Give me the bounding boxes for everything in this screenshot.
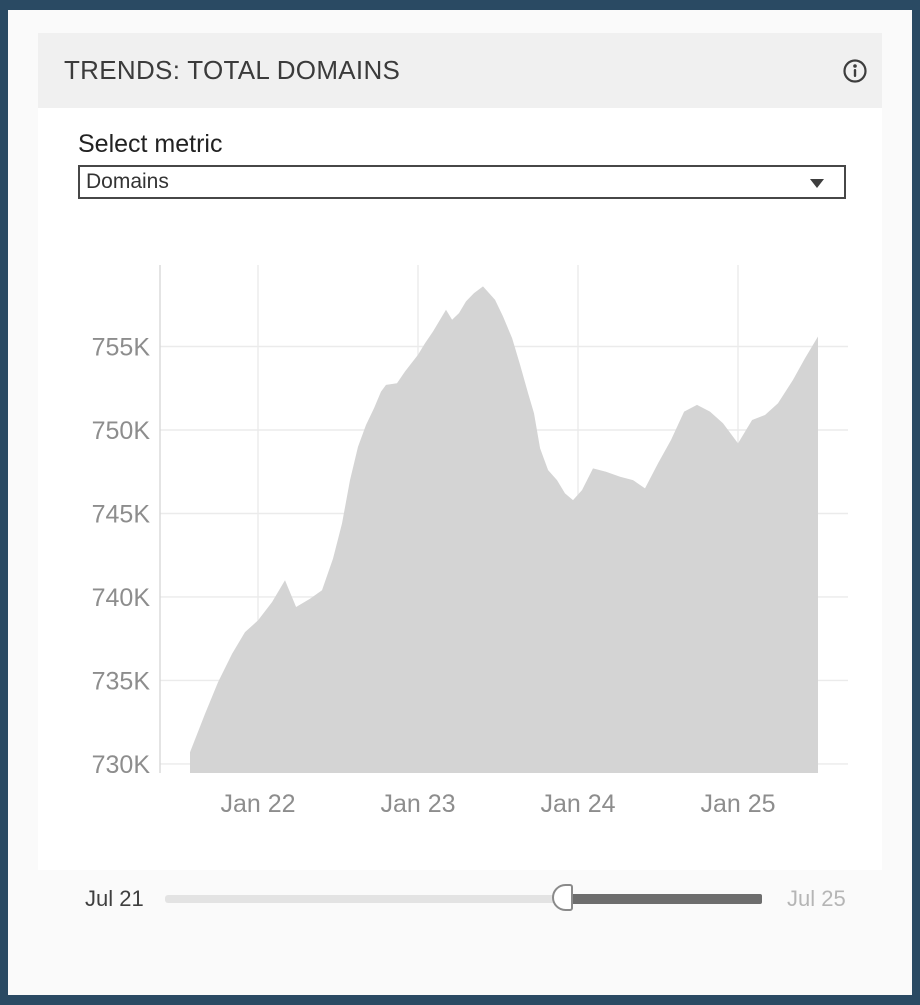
slider-selected-range[interactable] xyxy=(562,894,762,904)
dashboard-page: TRENDS: TOTAL DOMAINS Select metric Doma… xyxy=(8,10,912,995)
info-icon[interactable] xyxy=(842,58,868,84)
caret-down-icon xyxy=(810,179,824,188)
panel-title: TRENDS: TOTAL DOMAINS xyxy=(64,55,400,86)
chart-plot-area[interactable] xyxy=(160,265,848,773)
slider-start-label: Jul 21 xyxy=(85,886,144,912)
window-frame: TRENDS: TOTAL DOMAINS Select metric Doma… xyxy=(0,0,920,1005)
slider-handle[interactable] xyxy=(552,884,573,911)
panel-header: TRENDS: TOTAL DOMAINS xyxy=(38,33,882,108)
metric-dropdown-value: Domains xyxy=(80,170,169,194)
slider-end-label: Jul 25 xyxy=(787,886,846,912)
metric-select-label: Select metric xyxy=(78,130,222,159)
metric-dropdown[interactable]: Domains xyxy=(78,165,846,199)
